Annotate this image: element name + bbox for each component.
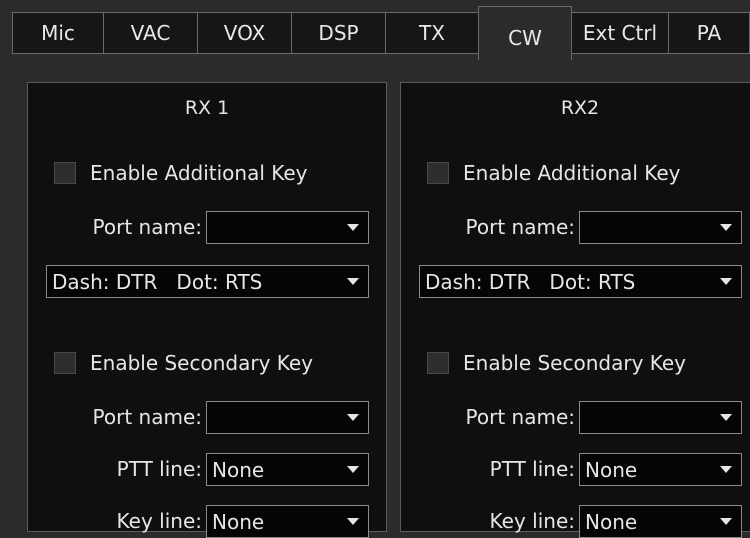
chevron-down-icon: [347, 414, 359, 421]
select-value: None: [585, 457, 638, 482]
enable-additional-key-checkbox[interactable]: Enable Additional Key: [427, 161, 681, 185]
checkbox-box[interactable]: [54, 352, 76, 374]
key-line-label: Key line:: [116, 509, 202, 533]
chevron-down-icon: [720, 278, 732, 285]
select-value: Dash: DTR Dot: RTS: [52, 269, 263, 294]
dash-dot-select[interactable]: Dash: DTR Dot: RTS: [46, 265, 369, 298]
port-name-label: Port name:: [92, 405, 202, 429]
ptt-line-select[interactable]: None: [206, 453, 369, 486]
rx2-group: RX2 Enable Additional Key Port name: Das…: [400, 82, 750, 538]
dash-dot-select[interactable]: Dash: DTR Dot: RTS: [419, 265, 742, 298]
enable-secondary-key-checkbox[interactable]: Enable Secondary Key: [427, 351, 686, 375]
port-name-label: Port name:: [92, 215, 202, 239]
tab-vox[interactable]: VOX: [197, 12, 292, 54]
select-value: Dash: DTR Dot: RTS: [425, 269, 636, 294]
enable-secondary-key-checkbox[interactable]: Enable Secondary Key: [54, 351, 313, 375]
checkbox-box[interactable]: [427, 352, 449, 374]
tab-pa[interactable]: PA: [668, 12, 750, 54]
secondary-port-name-select[interactable]: [579, 401, 742, 434]
chevron-down-icon: [720, 466, 732, 473]
tab-tx[interactable]: TX: [385, 12, 479, 54]
ptt-line-label: PTT line:: [489, 457, 575, 481]
select-value: None: [212, 509, 265, 534]
key-line-label: Key line:: [489, 509, 575, 533]
chevron-down-icon: [720, 414, 732, 421]
checkbox-label: Enable Additional Key: [90, 161, 308, 185]
checkbox-label: Enable Secondary Key: [463, 351, 687, 375]
checkbox-box[interactable]: [427, 162, 449, 184]
key-line-select[interactable]: None: [579, 505, 742, 538]
checkbox-box[interactable]: [54, 162, 76, 184]
chevron-down-icon: [347, 466, 359, 473]
tab-dsp[interactable]: DSP: [291, 12, 386, 54]
chevron-down-icon: [347, 518, 359, 525]
key-line-select[interactable]: None: [206, 505, 369, 538]
chevron-down-icon: [720, 224, 732, 231]
enable-additional-key-checkbox[interactable]: Enable Additional Key: [54, 161, 308, 185]
chevron-down-icon: [347, 278, 359, 285]
port-name-label: Port name:: [465, 405, 575, 429]
tab-strip: Mic VAC VOX DSP TX CW Ext Ctrl PA: [0, 0, 750, 60]
chevron-down-icon: [720, 518, 732, 525]
group-title: RX2: [560, 97, 600, 119]
ptt-line-label: PTT line:: [116, 457, 202, 481]
tab-mic[interactable]: Mic: [12, 12, 104, 54]
cw-tab-page: RX 1 Enable Additional Key Port name: Da…: [0, 58, 750, 538]
checkbox-label: Enable Secondary Key: [90, 351, 314, 375]
tab-cw[interactable]: CW: [478, 6, 572, 60]
port-name-select[interactable]: [206, 211, 369, 244]
tab-vac[interactable]: VAC: [103, 12, 198, 54]
port-name-select[interactable]: [579, 211, 742, 244]
rx1-group: RX 1 Enable Additional Key Port name: Da…: [27, 82, 387, 538]
select-value: None: [212, 457, 265, 482]
secondary-port-name-select[interactable]: [206, 401, 369, 434]
ptt-line-select[interactable]: None: [579, 453, 742, 486]
chevron-down-icon: [347, 224, 359, 231]
group-title: RX 1: [184, 97, 230, 119]
checkbox-label: Enable Additional Key: [463, 161, 681, 185]
tab-ext-ctrl[interactable]: Ext Ctrl: [571, 12, 669, 54]
select-value: None: [585, 509, 638, 534]
port-name-label: Port name:: [465, 215, 575, 239]
